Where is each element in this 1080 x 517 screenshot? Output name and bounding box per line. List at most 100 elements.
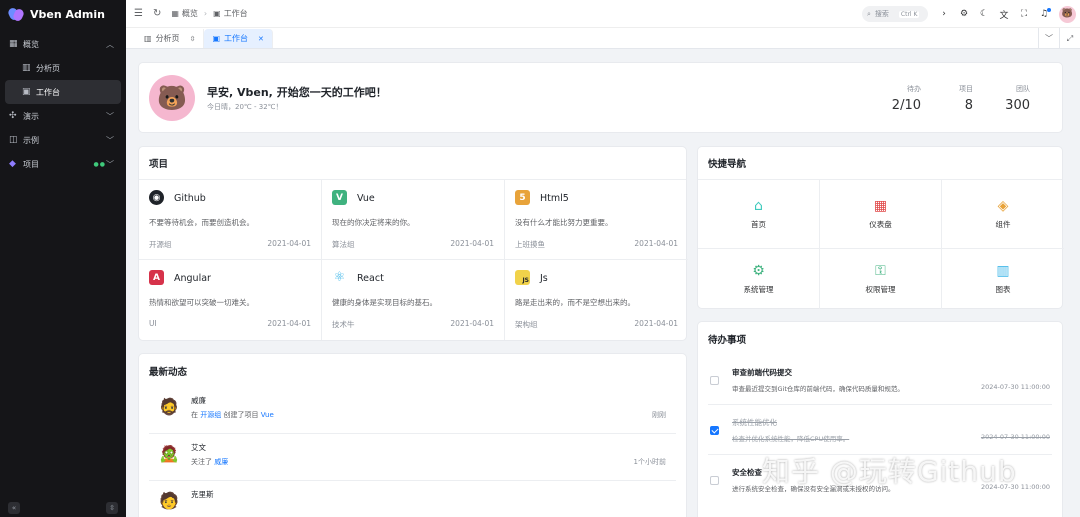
breadcrumb: ▦ 概览 › ▣ 工作台	[171, 8, 247, 19]
project-date: 2021-04-01	[634, 319, 678, 328]
project-item-vue[interactable]: V Vue 现在的你决定将来的你。 算法组 2021-04-01	[322, 180, 505, 260]
chevron-down-icon: ﹀	[106, 159, 114, 169]
avatar: 🧟	[159, 444, 179, 463]
quick-nav-card: 快捷导航 ⌂ 首页 ▦ 仪表盘 ◈ 组件 ⚙ 系统管理 ⚿ 权限管理 ▥ 图表	[697, 146, 1064, 309]
news-time: 1个小时前	[633, 458, 666, 466]
news-time: 刚刚	[652, 411, 666, 419]
brand[interactable]: Vben Admin	[0, 0, 126, 28]
sidebar-item-analytics[interactable]: ▥ 分析页	[0, 56, 126, 80]
todo-title: 系统性能优化	[732, 418, 777, 427]
news-text-part: 在	[191, 411, 201, 419]
quick-nav-dashboard[interactable]: ▦ 仪表盘	[820, 180, 942, 249]
project-name: Js	[540, 273, 548, 284]
grid-icon: ▦	[171, 9, 179, 18]
pin-icon[interactable]: ⇳	[190, 35, 196, 43]
project-item-angular[interactable]: A Angular 热情和欲望可以突破一切难关。 UI 2021-04-01	[139, 260, 322, 340]
fullscreen-icon[interactable]: ⛶	[1019, 9, 1029, 19]
todo-date: 2024-07-30 11:00:00	[980, 433, 1050, 441]
project-group: 上班摸鱼	[515, 240, 545, 249]
quick-nav-label: 图表	[995, 284, 1011, 294]
stat-value: 2/10	[891, 98, 921, 113]
sidebar-item-workspace[interactable]: ▣ 工作台	[5, 80, 121, 104]
pin-sidebar-button[interactable]: ⇳	[106, 502, 118, 514]
todo-checkbox[interactable]	[710, 476, 719, 485]
quick-nav-system[interactable]: ⚙ 系统管理	[698, 249, 820, 309]
todo-desc: 审查最近提交到Git仓库的前端代码，确保代码质量和规范。	[732, 385, 904, 393]
todo-checkbox[interactable]	[710, 376, 719, 385]
sparkle-icon: ✣	[9, 111, 17, 121]
maximize-icon[interactable]: ⤢	[1059, 28, 1080, 49]
project-item-js[interactable]: JS Js 路是走出来的，而不是空想出来的。 架构组 2021-04-01	[505, 260, 688, 340]
chevron-down-icon[interactable]: ﹀	[1038, 28, 1059, 49]
refresh-icon[interactable]: ↻	[153, 8, 161, 19]
project-date: 2021-04-01	[634, 239, 678, 248]
collapse-sidebar-button[interactable]: «	[8, 502, 20, 514]
sidebar-item-label: 演示	[23, 111, 39, 121]
stat-value: 8	[964, 98, 973, 113]
sidebar-item-overview[interactable]: ▦ 概览 ︿	[0, 32, 126, 56]
quick-nav-permissions[interactable]: ⚿ 权限管理	[820, 249, 942, 309]
gear-icon[interactable]: ⚙	[959, 9, 969, 19]
quick-nav-label: 权限管理	[865, 284, 896, 294]
quick-nav-label: 仪表盘	[869, 219, 892, 229]
sidebar-item-project[interactable]: ◆ 项目 ●● ﹀	[0, 152, 126, 176]
greeting: 早安, Vben, 开始您一天的工作吧！	[207, 86, 387, 99]
project-item-react[interactable]: ⚛ React 健康的身体是实现目标的基石。 技术牛 2021-04-01	[322, 260, 505, 340]
settings-icon: ⚙	[752, 262, 765, 279]
stat-team: 团队 300	[1005, 84, 1030, 113]
app-title: Vben Admin	[30, 7, 105, 21]
quick-nav-label: 首页	[751, 219, 766, 229]
sidebar-item-label: 概览	[23, 39, 39, 49]
project-date: 2021-04-01	[267, 239, 311, 248]
quick-nav-components[interactable]: ◈ 组件	[942, 180, 1064, 249]
tab-analytics[interactable]: ▥ 分析页 ⇳	[136, 29, 205, 48]
project-item-github[interactable]: ◉ Github 不要等待机会，而要创造机会。 开源组 2021-04-01	[139, 180, 322, 260]
bell-icon[interactable]: ♫	[1039, 8, 1051, 19]
vben-logo-icon	[8, 6, 24, 22]
quick-nav-charts[interactable]: ▥ 图表	[942, 249, 1064, 309]
stat-label: 待办	[907, 85, 921, 93]
news-link[interactable]: 威廉	[214, 458, 228, 466]
section-title: 待办事项	[708, 334, 747, 346]
sidebar-item-label: 分析页	[36, 63, 60, 73]
header-actions: › ⚙ ☾ 文 ⛶ ♫ 🐻	[939, 0, 1076, 28]
avatar[interactable]: 🐻	[1059, 5, 1076, 23]
sidebar-item-demos[interactable]: ✣ 演示 ﹀	[0, 104, 126, 128]
project-date: 2021-04-01	[450, 239, 494, 248]
quick-nav-label: 系统管理	[743, 284, 774, 294]
stat-todo: 待办 2/10	[892, 84, 921, 113]
js-icon: JS	[515, 270, 530, 285]
breadcrumb-item[interactable]: 工作台	[224, 8, 248, 19]
moon-icon[interactable]: ☾	[979, 9, 989, 19]
tab-bar: ▥ 分析页 ⇳ ▣ 工作台 ✕ ﹀ ⤢	[126, 28, 1080, 49]
key-icon: ⚿	[875, 262, 886, 279]
close-icon[interactable]: ✕	[258, 35, 264, 43]
sidebar: Vben Admin ▦ 概览 ︿ ▥ 分析页 ▣ 工作台 ✣ 演示 ﹀ ◫ 示…	[0, 0, 126, 517]
vben-logo-icon: ◆	[9, 159, 16, 169]
component-icon: ◈	[997, 197, 1009, 214]
search-box[interactable]: ⌕ 搜索 Ctrl K	[862, 6, 928, 22]
section-title: 项目	[139, 147, 686, 180]
tab-workspace[interactable]: ▣ 工作台 ✕	[204, 29, 273, 48]
breadcrumb-item[interactable]: 概览	[182, 8, 198, 19]
menu-toggle-icon[interactable]: ☰	[134, 8, 143, 19]
news-text-part: 关注了	[191, 458, 215, 466]
list-item: 🧟 艾文 关注了 威廉 1个小时前	[149, 434, 676, 481]
translate-icon[interactable]: 文	[999, 8, 1009, 21]
section-title: 最新动态	[149, 366, 188, 378]
list-item: 🧔 威廉 在 开源组 创建了项目 Vue 刚刚	[149, 387, 676, 434]
stat-value: 300	[1005, 98, 1030, 113]
chevron-right-icon[interactable]: ›	[939, 9, 949, 19]
chart-icon: ▥	[22, 63, 31, 73]
project-desc: 健康的身体是实现目标的基石。	[332, 298, 437, 307]
news-link[interactable]: Vue	[261, 411, 274, 419]
quick-nav-grid: ⌂ 首页 ▦ 仪表盘 ◈ 组件 ⚙ 系统管理 ⚿ 权限管理 ▥ 图表	[698, 180, 1064, 309]
todo-checkbox[interactable]	[710, 426, 719, 435]
quick-nav-home[interactable]: ⌂ 首页	[698, 180, 820, 249]
top-bar: ☰ ↻ ▦ 概览 › ▣ 工作台 ⌕ 搜索 Ctrl K › ⚙ ☾ 文 ⛶ ♫…	[126, 0, 1080, 28]
news-link[interactable]: 开源组	[200, 411, 221, 419]
project-item-html5[interactable]: 5 Html5 没有什么才能比努力更重要。 上班摸鱼 2021-04-01	[505, 180, 688, 260]
project-group: 技术牛	[332, 320, 355, 329]
workspace-icon: ▣	[213, 9, 221, 18]
sidebar-item-examples[interactable]: ◫ 示例 ﹀	[0, 128, 126, 152]
